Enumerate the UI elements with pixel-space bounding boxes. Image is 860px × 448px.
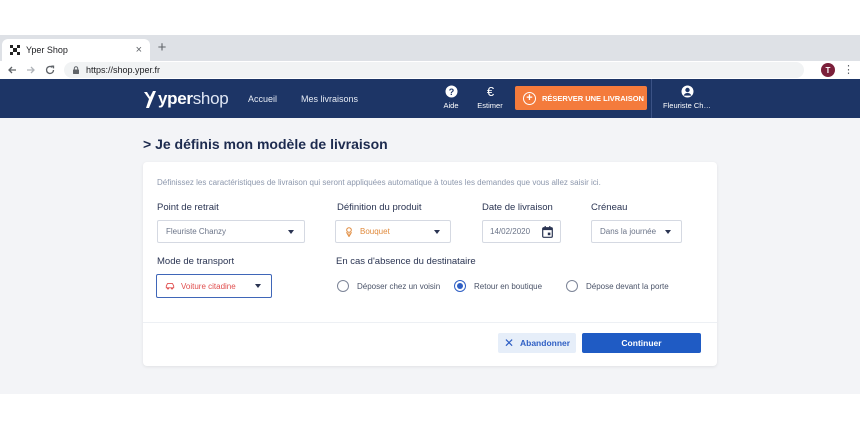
- account-label: Fleuriste Ch…: [663, 101, 711, 110]
- plus-circle-icon: +: [523, 91, 536, 105]
- app-header: ypershop Accueil Mes livraisons ? Aide €…: [0, 79, 860, 118]
- radio-label: Déposer chez un voisin: [357, 281, 441, 291]
- radio-return-shop[interactable]: Retour en boutique: [454, 280, 542, 292]
- estimate-label: Estimer: [477, 101, 503, 110]
- close-icon: ✕: [503, 336, 514, 350]
- reserve-delivery-button[interactable]: + RÉSERVER UNE LIVRAISON: [515, 86, 647, 110]
- radio-circle-selected[interactable]: [454, 280, 466, 292]
- estimate-button[interactable]: € Estimer: [473, 85, 507, 113]
- card-divider: [143, 322, 717, 323]
- slot-value: Dans la journée: [600, 227, 657, 236]
- transport-label: Mode de transport: [157, 256, 235, 267]
- calendar-icon[interactable]: [542, 226, 553, 238]
- abandon-label: Abandonner: [520, 338, 571, 348]
- reserve-label: RÉSERVER UNE LIVRAISON: [542, 93, 644, 103]
- date-label: Date de livraison: [482, 202, 553, 213]
- product-value: Bouquet: [360, 227, 390, 236]
- tab-title: Yper Shop: [26, 45, 68, 55]
- nav-mes-livraisons[interactable]: Mes livraisons: [301, 94, 358, 104]
- back-arrow-icon[interactable]: [5, 63, 19, 77]
- radio-circle[interactable]: [566, 280, 578, 292]
- slot-select[interactable]: Dans la journée: [591, 220, 682, 243]
- radio-deposit-neighbor[interactable]: Déposer chez un voisin: [337, 280, 440, 292]
- browser-toolbar: https://shop.yper.fr T ⋮: [0, 61, 860, 79]
- slot-label: Créneau: [591, 202, 628, 213]
- radio-label: Retour en boutique: [474, 281, 543, 291]
- date-value: 14/02/2020: [490, 227, 531, 236]
- browser-menu-icon[interactable]: ⋮: [843, 63, 854, 77]
- nav-accueil[interactable]: Accueil: [248, 94, 277, 104]
- page-title: > Je définis mon modèle de livraison: [143, 136, 388, 152]
- intro-text: Définissez les caractéristiques de livra…: [157, 178, 601, 187]
- forward-arrow-icon[interactable]: [24, 63, 38, 77]
- help-label: Aide: [443, 101, 459, 110]
- address-bar[interactable]: https://shop.yper.fr: [64, 62, 804, 78]
- caret-down-icon: [434, 230, 440, 234]
- euro-icon: €: [486, 85, 494, 98]
- tab-close-icon[interactable]: ×: [136, 44, 142, 56]
- url-text: https://shop.yper.fr: [86, 65, 161, 75]
- delivery-date-input[interactable]: 14/02/2020: [482, 220, 561, 243]
- continue-button[interactable]: Continuer: [582, 333, 701, 353]
- pickup-value: Fleuriste Chanzy: [166, 227, 227, 236]
- radio-circle[interactable]: [337, 280, 349, 292]
- abandon-button[interactable]: ✕ Abandonner: [498, 333, 576, 353]
- yper-logo-mark-icon: [144, 91, 156, 108]
- yper-shop-logo[interactable]: ypershop: [143, 88, 229, 110]
- caret-down-icon: [665, 230, 671, 234]
- yper-favicon-icon: [10, 45, 20, 55]
- new-tab-button[interactable]: +: [155, 39, 169, 57]
- transport-select[interactable]: Voiture citadine: [156, 274, 272, 298]
- logo-text-light: shop: [192, 89, 229, 108]
- lock-icon: [73, 66, 79, 74]
- product-label: Définition du produit: [337, 202, 422, 213]
- caret-down-icon: [255, 284, 261, 288]
- reload-icon[interactable]: [43, 63, 57, 77]
- page: Yper Shop × + https://shop.yper.fr T ⋮ y: [0, 0, 860, 448]
- header-divider: [651, 79, 652, 118]
- transport-value: Voiture citadine: [181, 281, 236, 291]
- svg-text:?: ?: [448, 87, 454, 97]
- browser-tab[interactable]: Yper Shop ×: [2, 39, 150, 61]
- bouquet-icon: [346, 226, 352, 237]
- caret-down-icon: [288, 230, 294, 234]
- browser-tab-strip: Yper Shop × +: [0, 35, 860, 61]
- product-select[interactable]: Bouquet: [335, 220, 451, 243]
- absence-label: En cas d'absence du destinataire: [336, 256, 476, 267]
- radio-leave-at-door[interactable]: Dépose devant la porte: [566, 280, 669, 292]
- user-avatar-icon: [681, 85, 693, 98]
- browser-profile-avatar[interactable]: T: [821, 63, 835, 77]
- logo-text-bold: yper: [158, 89, 193, 108]
- help-icon: ?: [445, 85, 457, 98]
- svg-text:€: €: [486, 85, 494, 98]
- help-button[interactable]: ? Aide: [434, 85, 468, 113]
- pickup-label: Point de retrait: [157, 202, 219, 213]
- car-icon: [165, 283, 175, 290]
- account-button[interactable]: Fleuriste Ch…: [659, 85, 715, 115]
- pickup-select[interactable]: Fleuriste Chanzy: [157, 220, 305, 243]
- radio-label: Dépose devant la porte: [586, 281, 669, 291]
